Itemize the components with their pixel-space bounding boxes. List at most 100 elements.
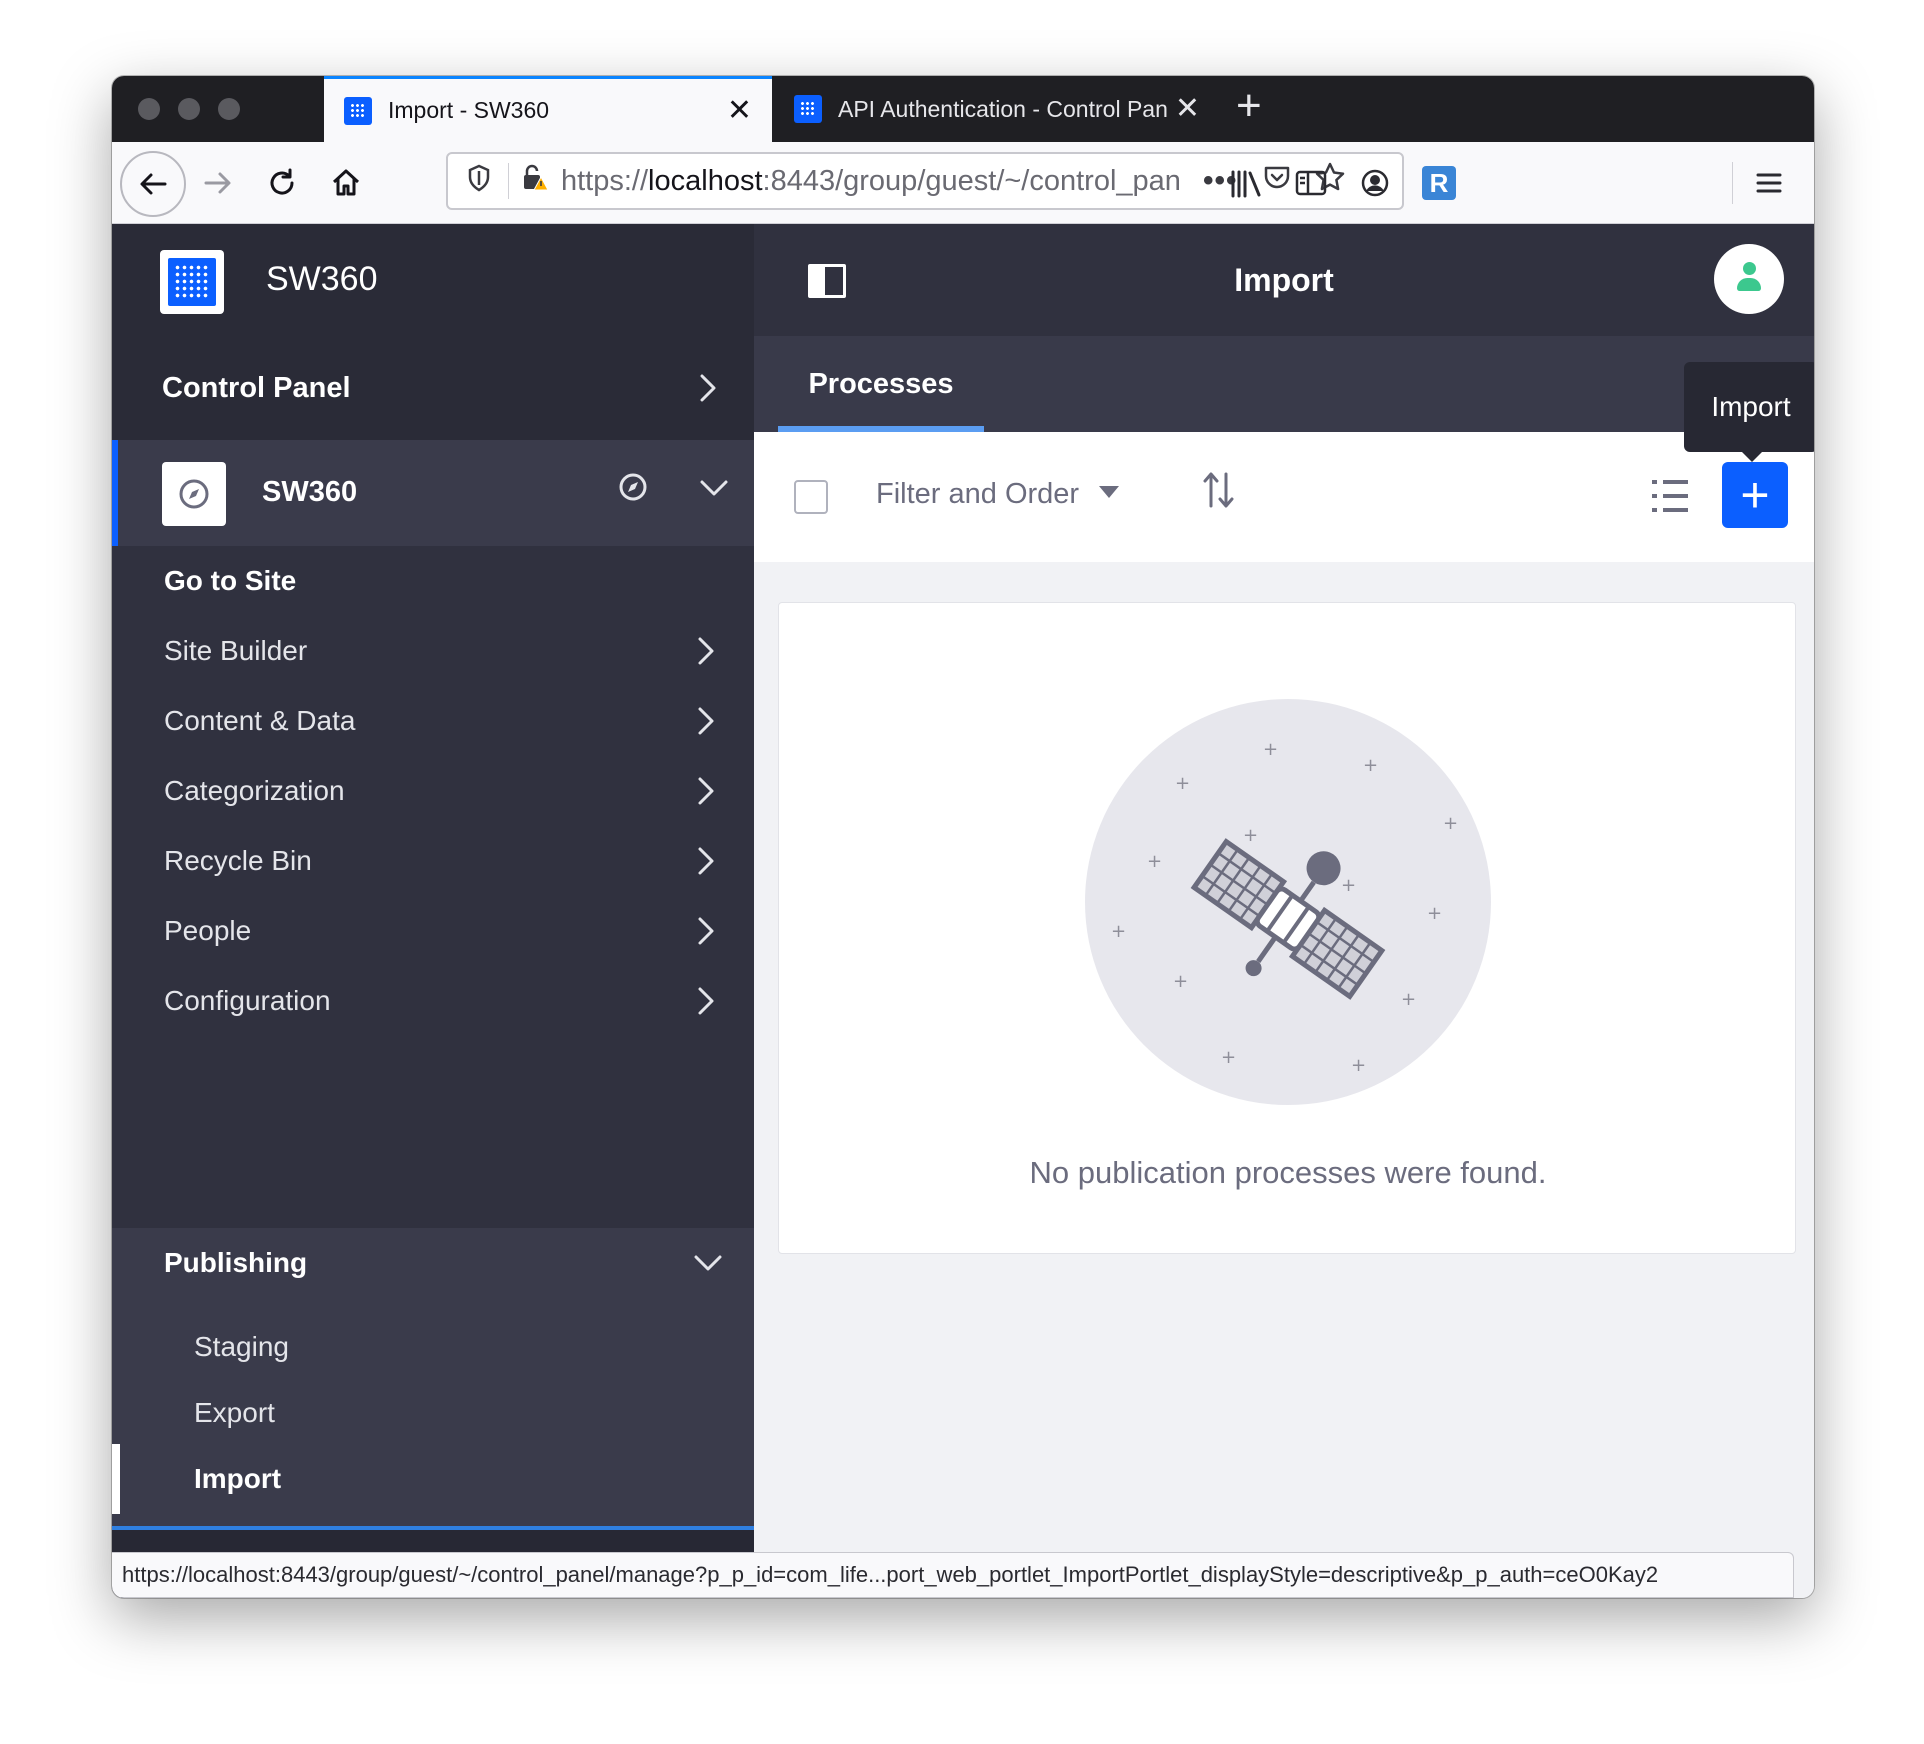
site-compass-badge xyxy=(162,462,226,526)
tab-close-icon[interactable]: ✕ xyxy=(1175,94,1200,124)
tab-strip: Import - SW360 ✕ API Authentication - Co… xyxy=(112,76,1814,142)
library-icon[interactable] xyxy=(1222,142,1272,224)
caret-down-icon xyxy=(1099,486,1120,499)
sidebar-item-publishing[interactable]: Publishing xyxy=(112,1228,754,1298)
sidebar-item-label: Site Builder xyxy=(164,635,308,666)
control-menu: Import xyxy=(754,224,1814,336)
chevron-right-icon xyxy=(698,917,714,945)
sidebar-item-configuration[interactable]: Configuration xyxy=(112,966,754,1036)
home-icon xyxy=(332,169,360,196)
tab-close-icon[interactable]: ✕ xyxy=(727,95,752,126)
status-url: https://localhost:8443/group/guest/~/con… xyxy=(122,1562,1659,1587)
browser-tab-import[interactable]: Import - SW360 ✕ xyxy=(324,76,772,142)
insecure-lock-icon[interactable] xyxy=(521,163,551,200)
sidebar-item-content-data[interactable]: Content & Data xyxy=(112,686,754,756)
chevron-right-icon xyxy=(698,707,714,735)
sidebar-item-go-to-site[interactable]: Go to Site xyxy=(112,546,754,616)
sidebar-subitem-label: Import xyxy=(194,1463,282,1494)
page-title: Import xyxy=(1234,262,1334,298)
satellite-illustration: + + + + + + + + + + + + + xyxy=(1085,699,1491,1105)
chevron-down-icon[interactable] xyxy=(698,468,730,508)
navigation-tabs: Processes xyxy=(754,336,1814,432)
control-panel-link[interactable]: Control Panel xyxy=(112,336,754,440)
import-tooltip: Import xyxy=(1684,362,1814,462)
add-import-button[interactable]: + xyxy=(1722,462,1788,528)
sidebar-subitem-staging[interactable]: Staging xyxy=(112,1312,754,1382)
account-icon[interactable] xyxy=(1350,142,1400,224)
svg-text:+: + xyxy=(1173,971,1188,992)
user-icon xyxy=(1743,262,1756,275)
svg-text:+: + xyxy=(1341,875,1356,896)
maximize-window-button[interactable] xyxy=(218,98,240,120)
sidebar-item-people[interactable]: People xyxy=(112,896,754,966)
arrow-left-icon xyxy=(140,173,167,195)
browser-tab-api-authentication[interactable]: API Authentication - Control Panel - SW3… xyxy=(774,76,1220,142)
sidebar-header: SW360 xyxy=(112,224,754,336)
product-menu-sidebar: SW360 Control Panel SW360 Go to Site Sit… xyxy=(112,224,754,1598)
tab-processes[interactable]: Processes xyxy=(778,336,984,432)
sidebar-item-label: Categorization xyxy=(164,775,345,806)
url-text[interactable]: https://localhost:8443/group/guest/~/con… xyxy=(561,165,1181,198)
url-host: localhost xyxy=(648,164,763,197)
svg-text:+: + xyxy=(1443,813,1458,834)
hamburger-menu-icon[interactable] xyxy=(1744,142,1794,224)
compass-icon xyxy=(179,479,209,509)
minimize-window-button[interactable] xyxy=(178,98,200,120)
close-window-button[interactable] xyxy=(138,98,160,120)
reload-icon xyxy=(270,168,294,195)
reload-button[interactable] xyxy=(252,142,312,224)
filter-and-order-dropdown[interactable]: Filter and Order xyxy=(876,478,1120,511)
extension-r-icon[interactable]: R xyxy=(1414,142,1464,224)
tab-title: Import - SW360 xyxy=(388,97,550,123)
sidebar-item-site-builder[interactable]: Site Builder xyxy=(112,616,754,686)
tab-title: API Authentication - Control Panel - SW3… xyxy=(838,95,1168,122)
browser-window: Import - SW360 ✕ API Authentication - Co… xyxy=(112,76,1814,1598)
forward-button[interactable] xyxy=(188,142,248,224)
url-path: :8443/group/guest/~/control_panel/manage xyxy=(762,164,1181,197)
go-to-site-compass-icon[interactable] xyxy=(616,470,650,513)
sidebar-item-label: Configuration xyxy=(164,985,331,1016)
extension-r-badge: R xyxy=(1422,166,1456,200)
management-toolbar: Filter and Order + xyxy=(754,432,1814,562)
svg-text:+: + xyxy=(1221,1047,1236,1068)
tracking-protection-shield-icon[interactable] xyxy=(462,164,496,199)
new-tab-button[interactable]: + xyxy=(1236,84,1262,128)
svg-text:+: + xyxy=(1147,851,1162,872)
svg-text:+: + xyxy=(1243,825,1258,846)
control-panel-label: Control Panel xyxy=(162,371,351,404)
home-button[interactable] xyxy=(316,142,376,224)
url-scheme: https:// xyxy=(561,164,649,197)
tab-processes-label: Processes xyxy=(808,367,954,400)
sidebar-subitem-label: Staging xyxy=(194,1331,289,1362)
sort-order-icon[interactable] xyxy=(1202,470,1236,520)
chevron-right-icon xyxy=(700,374,716,402)
svg-text:+: + xyxy=(1351,1055,1366,1076)
sidebar-subitem-import[interactable]: Import xyxy=(112,1444,754,1514)
svg-text:+: + xyxy=(1401,989,1416,1010)
url-separator xyxy=(508,163,509,199)
user-avatar[interactable] xyxy=(1714,244,1784,314)
site-selector[interactable]: SW360 xyxy=(112,440,754,546)
empty-state-message: No publication processes were found. xyxy=(1029,1155,1547,1190)
sw360-logo xyxy=(160,250,224,314)
back-button[interactable] xyxy=(120,151,186,217)
sidebar-subitem-export[interactable]: Export xyxy=(112,1378,754,1448)
sidebar-item-recycle-bin[interactable]: Recycle Bin xyxy=(112,826,754,896)
site-name: SW360 xyxy=(262,476,358,508)
sidebar-toggle-icon[interactable] xyxy=(1286,142,1336,224)
filter-and-order-label: Filter and Order xyxy=(876,478,1080,510)
svg-text:+: + xyxy=(1263,739,1278,760)
sidebar-item-label: Recycle Bin xyxy=(164,845,312,876)
arrow-right-icon xyxy=(204,172,231,194)
chevron-right-icon xyxy=(698,987,714,1015)
chevron-right-icon xyxy=(698,777,714,805)
empty-state-card: + + + + + + + + + + + + + No publication… xyxy=(778,602,1796,1254)
window-controls xyxy=(138,98,240,120)
sidebar-item-label: People xyxy=(164,915,252,946)
sidebar-item-categorization[interactable]: Categorization xyxy=(112,756,754,826)
svg-text:+: + xyxy=(1363,755,1378,776)
sidebar-item-label: Publishing xyxy=(164,1247,308,1278)
select-all-checkbox[interactable] xyxy=(794,480,828,514)
main-content: Import Processes Filter and Order + Impo… xyxy=(754,224,1814,1598)
display-style-list-icon[interactable] xyxy=(1652,478,1688,514)
